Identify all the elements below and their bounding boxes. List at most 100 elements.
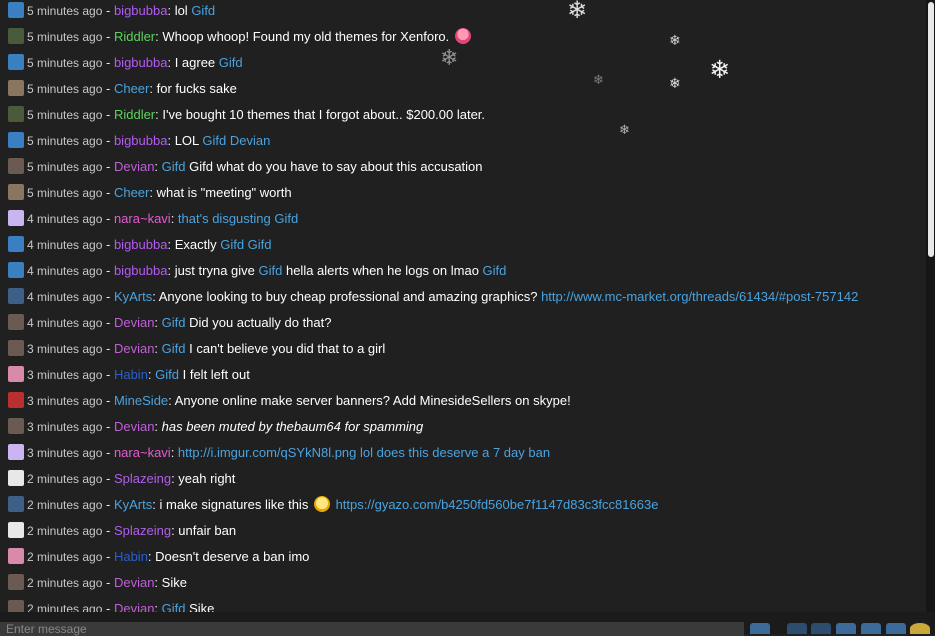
username-link[interactable]: bigbubba xyxy=(114,55,168,70)
message-link[interactable]: that's disgusting Gifd xyxy=(178,211,298,226)
avatar[interactable] xyxy=(8,262,24,278)
username-link[interactable]: Devian xyxy=(114,315,154,330)
username-link[interactable]: KyArts xyxy=(114,289,152,304)
avatar[interactable] xyxy=(8,80,24,96)
username-link[interactable]: bigbubba xyxy=(114,3,168,18)
message-time: 3 minutes ago xyxy=(27,368,103,382)
message-link[interactable]: Gifd xyxy=(483,263,507,278)
message-link[interactable]: Gifd xyxy=(162,341,186,356)
avatar[interactable] xyxy=(8,236,24,252)
username-link[interactable]: Splazeing xyxy=(114,471,171,486)
username-link[interactable]: bigbubba xyxy=(114,237,168,252)
username-link[interactable]: Cheer xyxy=(114,185,149,200)
username-link[interactable]: bigbubba xyxy=(114,133,168,148)
avatar[interactable] xyxy=(8,288,24,304)
message-time: 5 minutes ago xyxy=(27,160,103,174)
chat-log: 5 minutes ago - bigbubba: lol Gifd 5 minu… xyxy=(0,0,926,612)
chat-message: 4 minutes ago - KyArts: Anyone looking t… xyxy=(8,287,858,307)
username-link[interactable]: nara~kavi xyxy=(114,445,171,460)
message-text: lol xyxy=(174,3,192,18)
message-link[interactable]: Gifd xyxy=(219,55,243,70)
message-link[interactable]: https://gyazo.com/b4250fd560be7f1147d83c… xyxy=(336,497,659,512)
avatar[interactable] xyxy=(8,496,24,512)
message-time: 3 minutes ago xyxy=(27,446,103,460)
chat-message: 5 minutes ago - Cheer: what is "meeting"… xyxy=(8,183,292,203)
message-time: 5 minutes ago xyxy=(27,82,103,96)
username-link[interactable]: nara~kavi xyxy=(114,211,171,226)
message-time: 3 minutes ago xyxy=(27,420,103,434)
username-link[interactable]: Devian xyxy=(114,341,154,356)
chat-message: 2 minutes ago - Splazeing: unfair ban xyxy=(8,521,236,541)
avatar[interactable] xyxy=(8,600,24,612)
avatar[interactable] xyxy=(8,2,24,18)
username-link[interactable]: Devian xyxy=(114,159,154,174)
image-button[interactable] xyxy=(861,623,881,634)
chat-scrollbar[interactable] xyxy=(926,0,935,612)
message-link[interactable]: Gifd xyxy=(162,601,186,612)
avatar[interactable] xyxy=(8,574,24,590)
username-link[interactable]: Riddler xyxy=(114,29,155,44)
chat-message: 2 minutes ago - Habin: Doesn't deserve a… xyxy=(8,547,309,567)
username-link[interactable]: Devian xyxy=(114,419,154,434)
avatar[interactable] xyxy=(8,314,24,330)
message-link[interactable]: Gifd xyxy=(162,159,186,174)
avatar[interactable] xyxy=(8,548,24,564)
link-button[interactable] xyxy=(836,623,856,634)
message-time: 4 minutes ago xyxy=(27,238,103,252)
avatar[interactable] xyxy=(8,444,24,460)
avatar[interactable] xyxy=(8,158,24,174)
username-link[interactable]: KyArts xyxy=(114,497,152,512)
message-time: 2 minutes ago xyxy=(27,472,103,486)
smiley-button[interactable] xyxy=(910,623,930,634)
avatar[interactable] xyxy=(8,340,24,356)
message-link[interactable]: http://i.imgur.com/qSYkN8l.png lol does … xyxy=(178,445,550,460)
avatar[interactable] xyxy=(8,54,24,70)
message-text: Gifd what do you have to say about this … xyxy=(185,159,483,174)
message-link[interactable]: Gifd xyxy=(162,315,186,330)
avatar[interactable] xyxy=(8,366,24,382)
message-link[interactable]: Gifd xyxy=(191,3,215,18)
username-link[interactable]: Devian xyxy=(114,575,154,590)
message-time: 3 minutes ago xyxy=(27,342,103,356)
username-link[interactable]: Devian xyxy=(114,601,154,612)
message-link[interactable]: Gifd xyxy=(155,367,179,382)
username-link[interactable]: Riddler xyxy=(114,107,155,122)
avatar[interactable] xyxy=(8,522,24,538)
message-time: 2 minutes ago xyxy=(27,498,103,512)
message-bar xyxy=(0,612,935,636)
avatar[interactable] xyxy=(8,132,24,148)
chat-message: 4 minutes ago - bigbubba: Exactly Gifd G… xyxy=(8,235,272,255)
message-text: yeah right xyxy=(178,471,236,486)
chat-message: 5 minutes ago - Cheer: for fucks sake xyxy=(8,79,237,99)
avatar[interactable] xyxy=(8,28,24,44)
scrollbar-thumb[interactable] xyxy=(928,2,934,257)
message-text: Exactly xyxy=(174,237,221,252)
message-link[interactable]: http://www.mc-market.org/threads/61434/#… xyxy=(541,289,858,304)
italic-button[interactable] xyxy=(811,623,831,634)
snowflake-icon: ❄ xyxy=(669,76,681,92)
username-link[interactable]: Habin xyxy=(114,549,148,564)
username-link[interactable]: MineSide xyxy=(114,393,168,408)
chat-message: 5 minutes ago - Riddler: I've bought 10 … xyxy=(8,105,485,125)
chat-message: 5 minutes ago - bigbubba: lol Gifd xyxy=(8,1,215,21)
submit-button[interactable] xyxy=(750,623,770,634)
message-link[interactable]: Gifd xyxy=(259,263,283,278)
avatar[interactable] xyxy=(8,106,24,122)
avatar[interactable] xyxy=(8,210,24,226)
chat-message: 5 minutes ago - Devian: Gifd Gifd what d… xyxy=(8,157,483,177)
username-link[interactable]: Cheer xyxy=(114,81,149,96)
avatar[interactable] xyxy=(8,470,24,486)
message-text: I felt left out xyxy=(179,367,250,382)
message-link[interactable]: Gifd Gifd xyxy=(220,237,271,252)
username-link[interactable]: bigbubba xyxy=(114,263,168,278)
message-time: 4 minutes ago xyxy=(27,212,103,226)
username-link[interactable]: Splazeing xyxy=(114,523,171,538)
chat-message: 3 minutes ago - Habin: Gifd I felt left … xyxy=(8,365,250,385)
avatar[interactable] xyxy=(8,392,24,408)
message-link[interactable]: Gifd Devian xyxy=(202,133,270,148)
avatar[interactable] xyxy=(8,184,24,200)
bold-button[interactable] xyxy=(787,623,807,634)
avatar[interactable] xyxy=(8,418,24,434)
color-button[interactable] xyxy=(886,623,906,634)
username-link[interactable]: Habin xyxy=(114,367,148,382)
